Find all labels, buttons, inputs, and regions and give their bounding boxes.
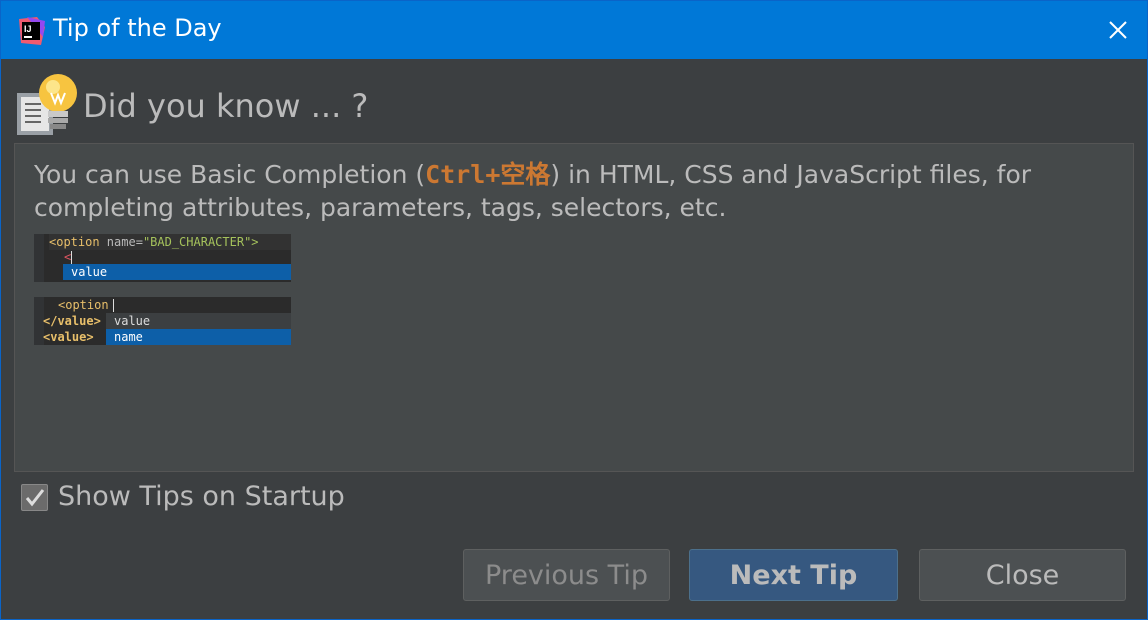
intellij-icon: IJ [19, 17, 45, 45]
code-line-open-value: <value> [43, 330, 94, 344]
next-tip-button[interactable]: Next Tip [689, 549, 898, 601]
tip-shortcut: Ctrl+空格 [425, 160, 551, 189]
show-tips-label: Show Tips on Startup [58, 481, 345, 512]
code-example-1: <option name="BAD_CHARACTER"> < value [34, 234, 291, 282]
code-tag: <option [49, 235, 100, 249]
code-string: "BAD_CHARACTER"> [142, 235, 259, 249]
tip-text: You can use Basic Completion (Ctrl+空格) i… [34, 158, 1119, 224]
tip-of-the-day-dialog: IJ Tip of the Day Did you know ... ? You… [0, 0, 1148, 620]
checkmark-icon [25, 489, 45, 507]
tip-text-before: You can use Basic Completion ( [34, 160, 426, 189]
did-you-know-heading: Did you know ... ? [83, 87, 369, 125]
window-title: Tip of the Day [53, 14, 222, 42]
close-button[interactable]: Close [919, 549, 1126, 601]
completion-item-value: value [63, 264, 291, 280]
title-bar[interactable]: IJ Tip of the Day [1, 1, 1147, 59]
code-example-2: <option </value> <value> value name [34, 297, 291, 345]
tip-content-panel: You can use Basic Completion (Ctrl+空格) i… [14, 143, 1134, 472]
svg-text:IJ: IJ [24, 24, 32, 34]
lightbulb-icon [17, 74, 77, 135]
code-gutter [34, 234, 44, 282]
completion-item-name: name [106, 329, 291, 345]
code-line-close-value: </value> [43, 314, 101, 328]
completion-item-value: value [106, 313, 291, 329]
close-icon[interactable] [1103, 15, 1133, 45]
code-attr: name= [99, 235, 143, 249]
code-line-option: <option [58, 298, 109, 312]
show-tips-checkbox[interactable] [21, 484, 48, 511]
previous-tip-button[interactable]: Previous Tip [463, 549, 670, 601]
code-line-option: <option name="BAD_CHARACTER"> [49, 235, 259, 249]
